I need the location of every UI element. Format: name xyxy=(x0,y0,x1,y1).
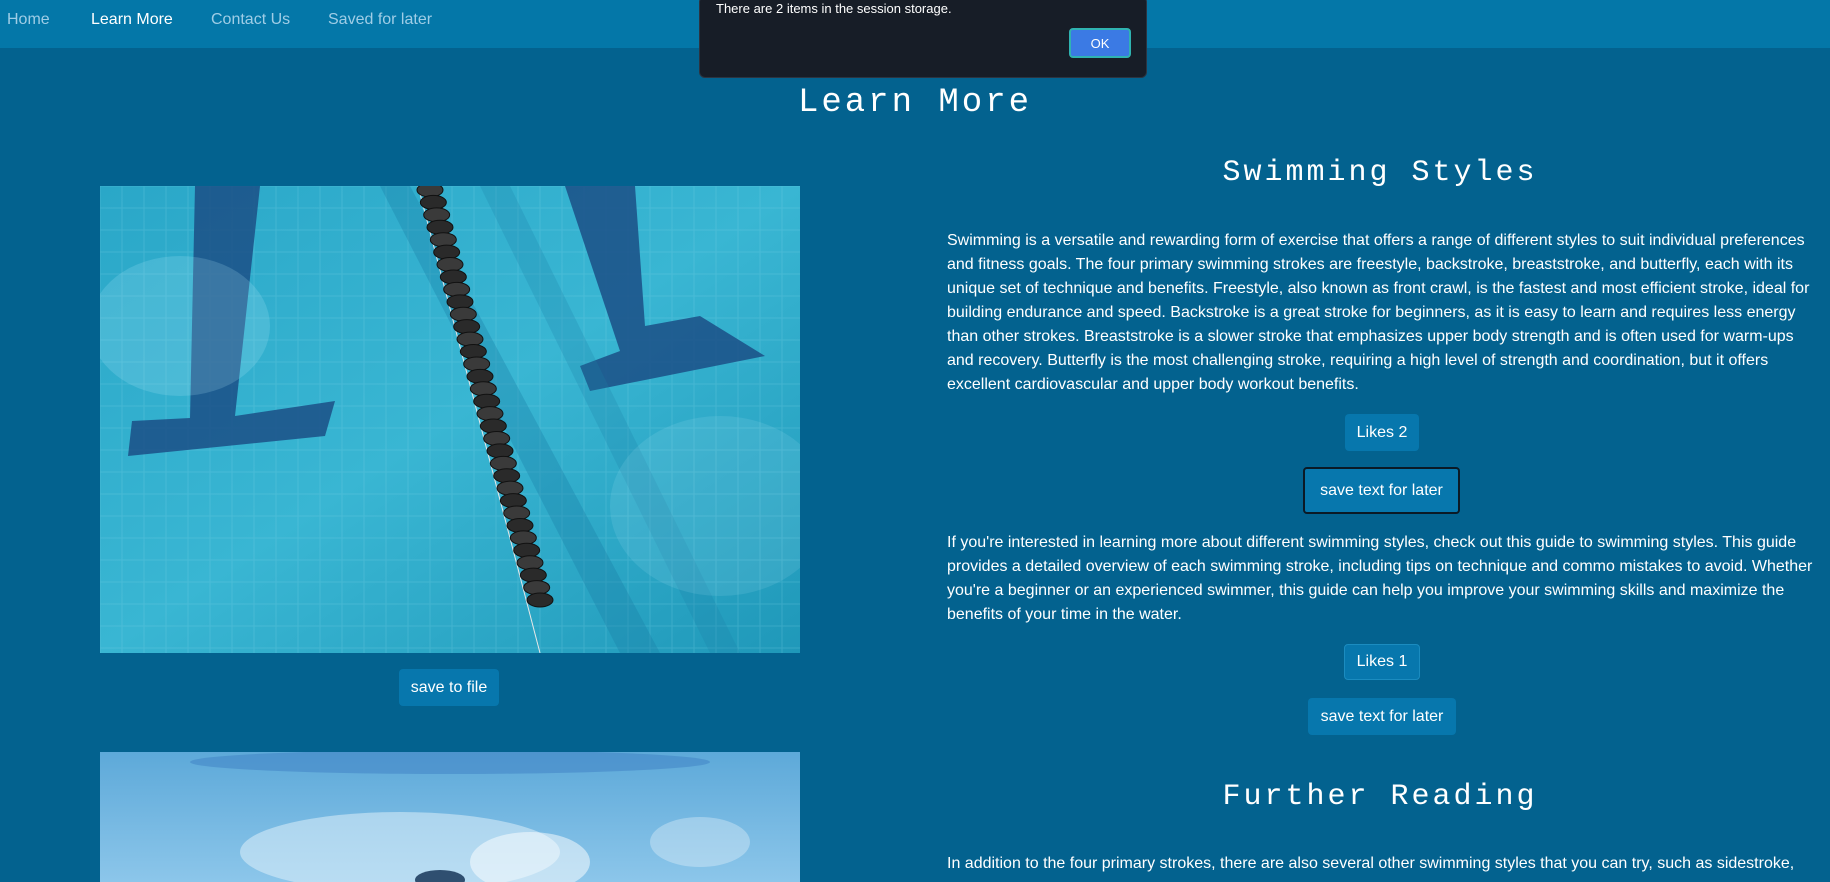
page-title: Learn More xyxy=(797,84,1033,122)
swimming-styles-heading: Swimming Styles xyxy=(1222,156,1538,190)
likes-button[interactable]: Likes 1 xyxy=(1344,644,1420,680)
swimming-styles-paragraph: Swimming is a versatile and rewarding fo… xyxy=(947,232,1810,393)
further-reading-paragraph: In addition to the four primary strokes,… xyxy=(947,855,1795,872)
alert-dialog: There are 2 items in the session storage… xyxy=(699,0,1147,78)
nav-learn-more-link[interactable]: Learn More xyxy=(91,11,173,29)
nav-saved-for-later-link[interactable]: Saved for later xyxy=(328,11,432,29)
save-text-for-later-button[interactable]: save text for later xyxy=(1303,467,1460,514)
pool-lane-photo xyxy=(100,186,800,653)
alert-ok-button[interactable]: OK xyxy=(1069,28,1131,58)
swimming-guide-paragraph: If you're interested in learning more ab… xyxy=(947,534,1813,623)
likes-button[interactable]: Likes 2 xyxy=(1345,414,1419,451)
swimmer-photo xyxy=(100,752,800,882)
nav-contact-us-link[interactable]: Contact Us xyxy=(211,11,290,29)
further-reading-heading: Further Reading xyxy=(1222,780,1538,814)
alert-message: There are 2 items in the session storage… xyxy=(716,1,952,16)
nav-home-link[interactable]: Home xyxy=(7,11,50,29)
save-text-for-later-button[interactable]: save text for later xyxy=(1308,698,1456,735)
save-to-file-button[interactable]: save to file xyxy=(399,669,499,706)
